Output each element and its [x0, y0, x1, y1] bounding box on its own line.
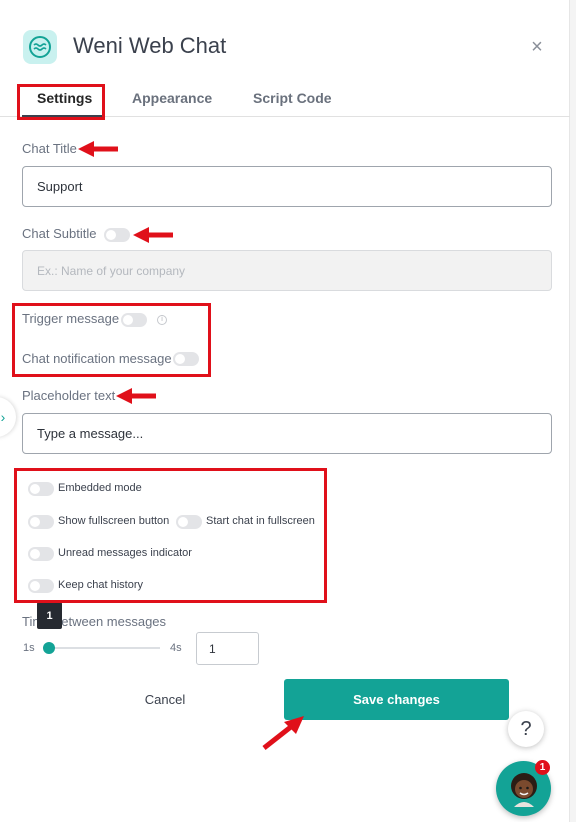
chat-title-input[interactable]: Support [22, 166, 552, 207]
time-between-input[interactable]: 1 [196, 632, 259, 665]
keep-history-label: Keep chat history [58, 579, 143, 591]
slider-min-label: 1s [23, 642, 35, 654]
keep-history-toggle[interactable] [28, 579, 54, 593]
chat-notification-toggle[interactable] [173, 352, 199, 366]
slider-track[interactable] [46, 647, 160, 649]
placeholder-text-input[interactable]: Type a message... [22, 413, 552, 454]
chat-notification-label: Chat notification message [22, 351, 172, 366]
chat-subtitle-label: Chat Subtitle [22, 226, 97, 241]
start-fullscreen-toggle[interactable] [176, 515, 202, 529]
embedded-mode-toggle[interactable] [28, 482, 54, 496]
tab-script-code[interactable]: Script Code [253, 90, 332, 106]
chat-subtitle-input[interactable]: Ex.: Name of your company [22, 250, 552, 291]
page-title: Weni Web Chat [73, 33, 227, 58]
notification-badge: 1 [535, 760, 550, 775]
unread-indicator-toggle[interactable] [28, 547, 54, 561]
unread-indicator-label: Unread messages indicator [58, 547, 192, 559]
tab-appearance[interactable]: Appearance [132, 90, 212, 106]
show-fullscreen-label: Show fullscreen button [58, 515, 170, 527]
cancel-button[interactable]: Cancel [120, 680, 210, 718]
trigger-message-label: Trigger message [22, 311, 120, 326]
help-icon[interactable]: ? [508, 711, 544, 747]
chat-title-label: Chat Title [22, 141, 77, 156]
info-icon[interactable]: i [157, 315, 167, 325]
tab-settings[interactable]: Settings [37, 90, 92, 106]
embedded-mode-label: Embedded mode [58, 482, 142, 494]
slider-thumb[interactable] [43, 642, 55, 654]
weni-chat-logo-icon [23, 30, 57, 64]
slider-value-tooltip: 1 [37, 602, 62, 629]
avatar-icon [510, 772, 537, 807]
web-chat-settings-panel: › Weni Web Chat × Settings Appearance Sc… [0, 0, 570, 822]
scrollbar[interactable] [570, 0, 576, 822]
start-fullscreen-label: Start chat in fullscreen [206, 515, 315, 527]
save-changes-button[interactable]: Save changes [284, 679, 509, 720]
slider-max-label: 4s [170, 642, 182, 654]
chat-subtitle-toggle[interactable] [104, 228, 130, 242]
expand-chevron-icon[interactable]: › [0, 397, 16, 437]
active-tab-indicator [22, 115, 104, 117]
placeholder-text-label: Placeholder text [22, 388, 116, 403]
trigger-message-toggle[interactable] [121, 313, 147, 327]
close-icon[interactable]: × [528, 37, 546, 57]
tab-bar: Settings Appearance Script Code [0, 84, 570, 117]
show-fullscreen-toggle[interactable] [28, 515, 54, 529]
